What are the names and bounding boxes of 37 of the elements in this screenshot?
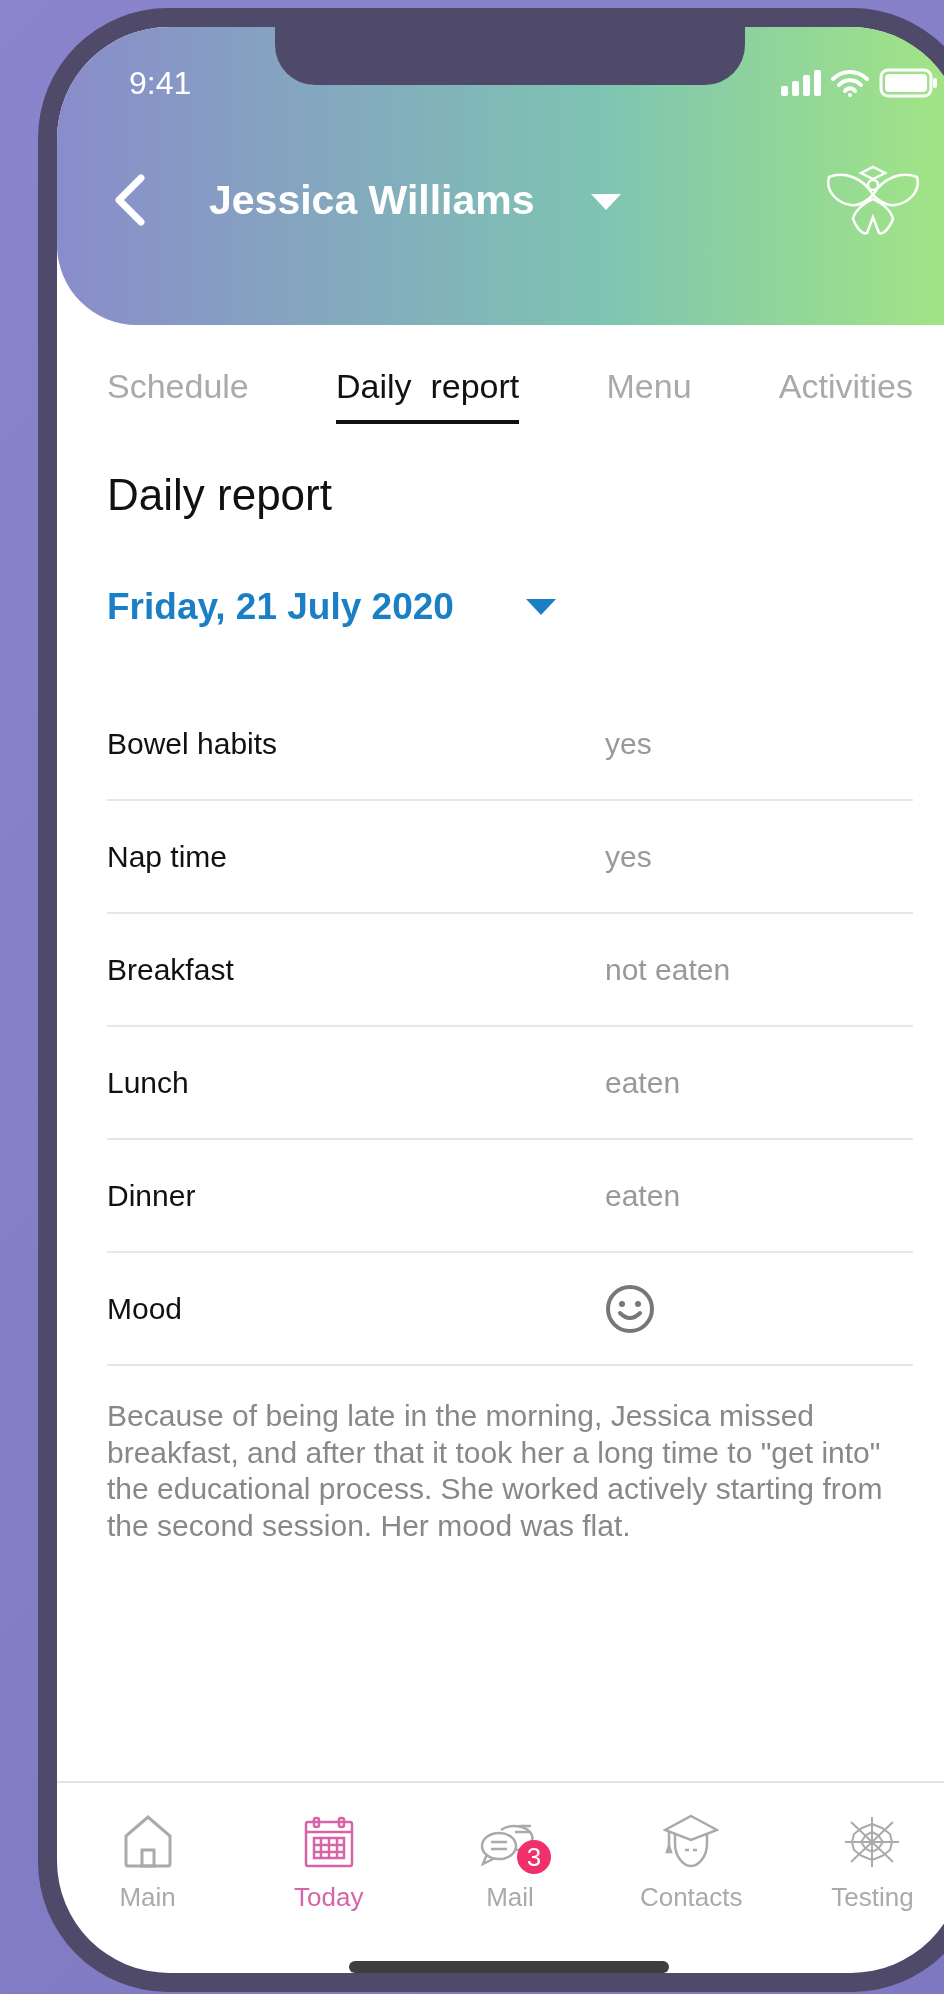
nav-item[interactable]: Contacts: [600, 1811, 782, 1961]
report-label: Lunch: [107, 1065, 190, 1100]
unread-badge: 3: [517, 1840, 551, 1874]
date-selector[interactable]: Friday, 21 July 2020: [107, 586, 556, 628]
report-label: Mood: [107, 1291, 184, 1326]
report-value: yes: [605, 839, 652, 874]
calendar-icon: [303, 1816, 354, 1868]
house-icon: [122, 1814, 173, 1868]
signal-icon: [781, 70, 821, 96]
tab[interactable]: Menu: [606, 359, 692, 424]
report-label: Bowel habits: [107, 726, 279, 761]
report-value: not eaten: [605, 952, 731, 987]
tab[interactable]: Activities: [778, 359, 913, 424]
report-label: Dinner: [107, 1178, 197, 1213]
nav-item[interactable]: 3 Mail: [419, 1811, 601, 1961]
battery-icon: [879, 68, 937, 98]
report-label: Breakfast: [107, 952, 235, 987]
status-time: 9:41: [129, 64, 192, 102]
wifi-icon: [831, 69, 869, 97]
tab[interactable]: Daily report: [336, 359, 520, 424]
smiley-face-icon: [605, 1283, 655, 1334]
back-button[interactable]: [113, 174, 147, 226]
nav-item[interactable]: Main: [57, 1811, 239, 1961]
graduate-icon: [663, 1814, 720, 1868]
report-comment: Because of being late in the morning, Jessica missed breakfast, and after that it took her a long time to "get into" the educational process. She worked actively starting from the second session. Her mood was flat.: [107, 1398, 884, 1544]
child-selector[interactable]: Jessica Williams: [209, 176, 621, 224]
page-heading: Daily report: [107, 470, 333, 520]
report-value: yes: [605, 726, 652, 761]
report-value: eaten: [605, 1065, 681, 1100]
spider-web-icon: [843, 1816, 902, 1868]
tab[interactable]: Schedule: [107, 359, 249, 424]
nav-item[interactable]: Testing: [781, 1811, 944, 1961]
report-value: eaten: [605, 1178, 681, 1213]
nav-item[interactable]: Today: [238, 1811, 420, 1961]
report-label: Nap time: [107, 839, 229, 874]
caret-icon: [590, 194, 621, 210]
caret-icon: [525, 599, 556, 615]
